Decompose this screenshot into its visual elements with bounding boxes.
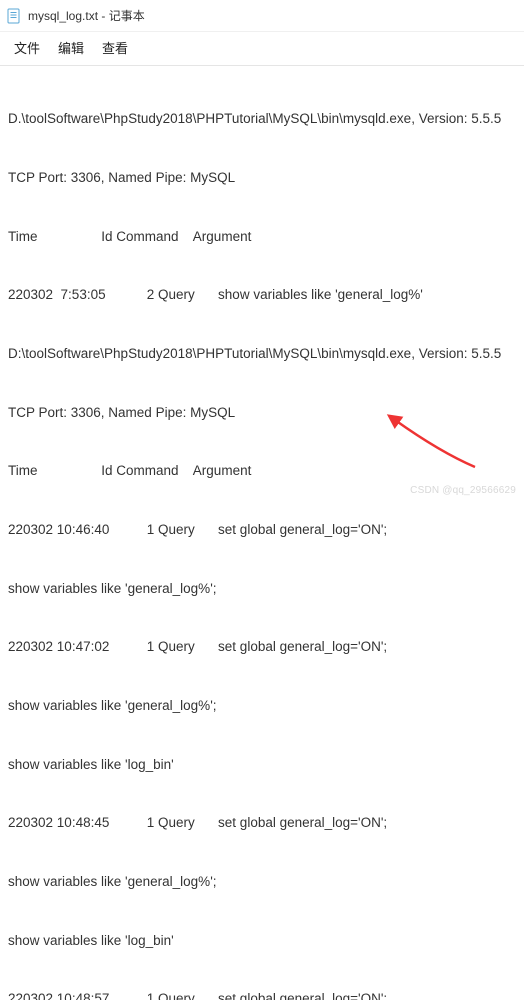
log-line: 220302 10:46:40 1 Query set global gener…: [8, 520, 516, 540]
notepad-icon: [6, 8, 22, 24]
log-line: TCP Port: 3306, Named Pipe: MySQL: [8, 168, 516, 188]
log-line: 220302 10:48:57 1 Query set global gener…: [8, 989, 516, 1000]
watermark: CSDN @qq_29566629: [410, 485, 516, 496]
log-line: show variables like 'log_bin': [8, 755, 516, 775]
menubar: 文件 编辑 查看: [0, 32, 524, 66]
log-line: D.\toolSoftware\PhpStudy2018\PHPTutorial…: [8, 109, 516, 129]
text-content[interactable]: D.\toolSoftware\PhpStudy2018\PHPTutorial…: [0, 66, 524, 1000]
menu-edit[interactable]: 编辑: [58, 38, 84, 57]
menu-file[interactable]: 文件: [14, 38, 40, 57]
log-line: show variables like 'general_log%';: [8, 579, 516, 599]
menu-view[interactable]: 查看: [102, 38, 128, 57]
log-line: show variables like 'log_bin': [8, 931, 516, 951]
log-line: 220302 7:53:05 2 Query show variables li…: [8, 285, 516, 305]
window-title: mysql_log.txt - 记事本: [28, 7, 145, 24]
log-line: show variables like 'general_log%';: [8, 696, 516, 716]
log-line: TCP Port: 3306, Named Pipe: MySQL: [8, 403, 516, 423]
log-line: Time Id Command Argument: [8, 461, 516, 481]
window-titlebar: mysql_log.txt - 记事本: [0, 0, 524, 32]
log-line: D:\toolSoftware\PhpStudy2018\PHPTutorial…: [8, 344, 516, 364]
log-line: show variables like 'general_log%';: [8, 872, 516, 892]
log-line: 220302 10:47:02 1 Query set global gener…: [8, 637, 516, 657]
log-line: Time Id Command Argument: [8, 227, 516, 247]
log-line: 220302 10:48:45 1 Query set global gener…: [8, 813, 516, 833]
